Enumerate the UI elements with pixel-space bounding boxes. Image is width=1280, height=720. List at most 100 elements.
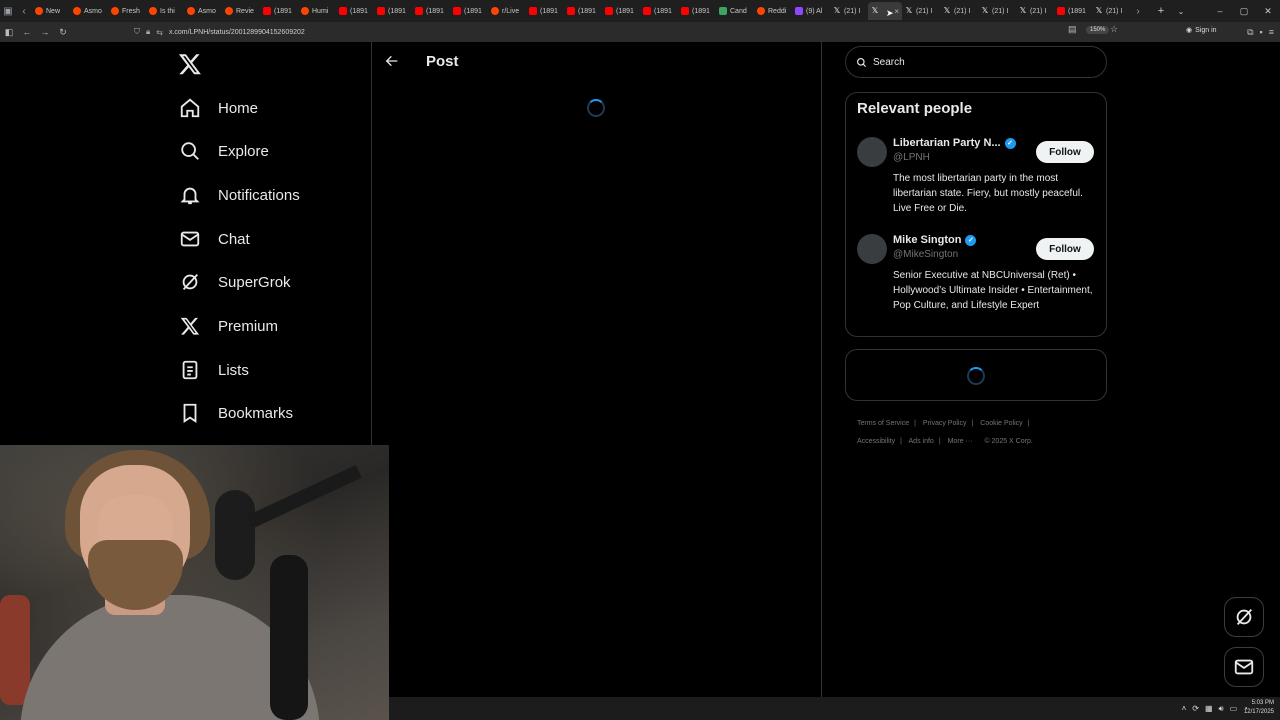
- browser-tab[interactable]: (1891: [640, 2, 678, 20]
- browser-tab[interactable]: Asmo: [70, 2, 108, 20]
- site-settings-icon[interactable]: ⇆: [156, 28, 163, 37]
- tray-app-icon[interactable]: ▦: [1205, 704, 1213, 713]
- tray-app-icon[interactable]: ⟳: [1192, 704, 1199, 713]
- tab-close-icon[interactable]: ×: [894, 7, 899, 16]
- volume-icon[interactable]: 🔊︎: [1219, 704, 1224, 714]
- sidebar-item-bookmarks[interactable]: Bookmarks: [178, 393, 293, 433]
- browser-tab-active[interactable]: 𝕏 ×: [868, 2, 902, 20]
- follow-button[interactable]: Follow: [1036, 141, 1094, 163]
- browser-tab[interactable]: Is thi: [146, 2, 184, 20]
- sign-in-button[interactable]: ◉ Sign in: [1186, 26, 1217, 35]
- menu-icon[interactable]: ≡: [1269, 27, 1274, 37]
- browser-tab[interactable]: Cand: [716, 2, 754, 20]
- url-text[interactable]: x.com/LPNH/status/2001289904152609202: [169, 29, 305, 36]
- reddit-icon: [35, 7, 43, 15]
- browser-tab[interactable]: Revie: [222, 2, 260, 20]
- browser-tab[interactable]: Humi: [298, 2, 336, 20]
- browser-tab[interactable]: 𝕏 (21) I: [1092, 2, 1130, 20]
- youtube-icon: [529, 7, 537, 15]
- bookmark-star-icon[interactable]: ☆: [1110, 24, 1118, 35]
- browser-tab[interactable]: 𝕏 (21) I: [830, 2, 868, 20]
- browser-tab[interactable]: (1891: [526, 2, 564, 20]
- person-handle[interactable]: @MikeSington: [893, 249, 958, 260]
- ads-info-link[interactable]: Ads info: [909, 438, 934, 445]
- lock-icon[interactable]: 🔒︎: [146, 27, 150, 37]
- tray-chevron-icon[interactable]: ˄: [1182, 704, 1187, 713]
- tab-label: (21) I: [954, 7, 971, 15]
- browser-tab[interactable]: Asmo: [184, 2, 222, 20]
- sidebar-item-chat[interactable]: Chat: [178, 219, 250, 259]
- back-icon[interactable]: ←: [18, 22, 36, 42]
- youtube-icon: [453, 7, 461, 15]
- sidebar-item-notifications[interactable]: Notifications: [178, 175, 300, 215]
- minimize-icon[interactable]: –: [1208, 0, 1232, 22]
- browser-tab[interactable]: (9) Al: [792, 2, 830, 20]
- messages-floating-button[interactable]: [1224, 647, 1264, 687]
- browser-tab[interactable]: (1891: [374, 2, 412, 20]
- reload-icon[interactable]: ↻: [54, 22, 72, 42]
- browser-tab[interactable]: Reddi: [754, 2, 792, 20]
- new-tab-button[interactable]: +: [1154, 0, 1168, 22]
- forward-icon[interactable]: →: [36, 22, 54, 42]
- sidebar-item-lists[interactable]: Lists: [178, 350, 249, 390]
- tab-scroll-right-icon[interactable]: ›: [1130, 0, 1146, 22]
- browser-tab[interactable]: (1891: [1054, 2, 1092, 20]
- sidebar-item-home[interactable]: Home: [178, 88, 258, 128]
- tab-scroll-left-icon[interactable]: ‹: [16, 0, 32, 22]
- person-name[interactable]: Libertarian Party N... ✓: [893, 137, 1016, 149]
- person-handle[interactable]: @LPNH: [893, 152, 930, 163]
- network-icon[interactable]: ▭: [1230, 704, 1238, 713]
- zoom-level[interactable]: 150%: [1086, 26, 1110, 34]
- cookie-link[interactable]: Cookie Policy: [980, 420, 1022, 427]
- privacy-link[interactable]: Privacy Policy: [923, 420, 967, 427]
- search-field[interactable]: [845, 46, 1107, 78]
- browser-tab[interactable]: New: [32, 2, 70, 20]
- shield-icon[interactable]: ⛉: [134, 27, 140, 37]
- follow-button[interactable]: Follow: [1036, 238, 1094, 260]
- terms-link[interactable]: Terms of Service: [857, 420, 909, 427]
- tab-label: (1891: [1068, 7, 1086, 15]
- tab-label: Cand: [730, 7, 747, 15]
- addon-icon[interactable]: ▪: [1260, 27, 1263, 37]
- browser-tab[interactable]: 𝕏 (21) I: [940, 2, 978, 20]
- reader-view-icon[interactable]: ▤: [1068, 24, 1077, 35]
- sidebar-item-supergrok[interactable]: SuperGrok: [178, 262, 291, 302]
- accessibility-link[interactable]: Accessibility: [857, 438, 895, 445]
- browser-tab[interactable]: r/Live: [488, 2, 526, 20]
- taskbar-clock[interactable]: 5:03 PM 12/17/2025: [1244, 699, 1274, 717]
- sidebar-item-explore[interactable]: Explore: [178, 131, 269, 171]
- tab-sidebar-icon[interactable]: ▣: [0, 0, 16, 22]
- browser-tab[interactable]: (1891: [260, 2, 298, 20]
- sidebar-toggle-icon[interactable]: ◧: [0, 22, 18, 42]
- browser-tab[interactable]: Fresh: [108, 2, 146, 20]
- x-icon: 𝕏: [833, 6, 841, 15]
- tab-label: (1891: [274, 7, 292, 15]
- maximize-icon[interactable]: ▢: [1232, 0, 1256, 22]
- x-icon: 𝕏: [981, 6, 989, 15]
- sidebar-item-premium[interactable]: Premium: [178, 306, 278, 346]
- x-icon: 𝕏: [1019, 6, 1027, 15]
- browser-tab[interactable]: (1891: [564, 2, 602, 20]
- browser-tab[interactable]: 𝕏 (21) I: [978, 2, 1016, 20]
- grok-floating-button[interactable]: [1224, 597, 1264, 637]
- browser-tab[interactable]: (1891: [336, 2, 374, 20]
- avatar[interactable]: [857, 137, 887, 167]
- browser-tab[interactable]: 𝕏 (21) I: [902, 2, 940, 20]
- x-logo-icon[interactable]: [178, 52, 204, 76]
- more-link[interactable]: More ···: [948, 438, 973, 445]
- browser-tab[interactable]: (1891: [678, 2, 716, 20]
- browser-tab[interactable]: (1891: [412, 2, 450, 20]
- avatar[interactable]: [857, 234, 887, 264]
- browser-tab[interactable]: (1891: [450, 2, 488, 20]
- back-arrow-icon[interactable]: [384, 53, 402, 71]
- address-bar[interactable]: ⛉ 🔒︎ ⇆ x.com/LPNH/status/200128990415260…: [134, 24, 1134, 40]
- person-name[interactable]: Mike Sington ✓: [893, 234, 977, 246]
- extensions-icon[interactable]: ⧉: [1247, 27, 1253, 38]
- tab-list-dropdown-icon[interactable]: ⌄: [1174, 0, 1188, 22]
- webcam-plush-toy: [0, 595, 30, 705]
- browser-tab[interactable]: 𝕏 (21) I: [1016, 2, 1054, 20]
- sidebar-item-label: Lists: [218, 361, 249, 379]
- browser-tab[interactable]: (1891: [602, 2, 640, 20]
- search-input[interactable]: [873, 56, 1073, 68]
- close-window-icon[interactable]: ✕: [1256, 0, 1280, 22]
